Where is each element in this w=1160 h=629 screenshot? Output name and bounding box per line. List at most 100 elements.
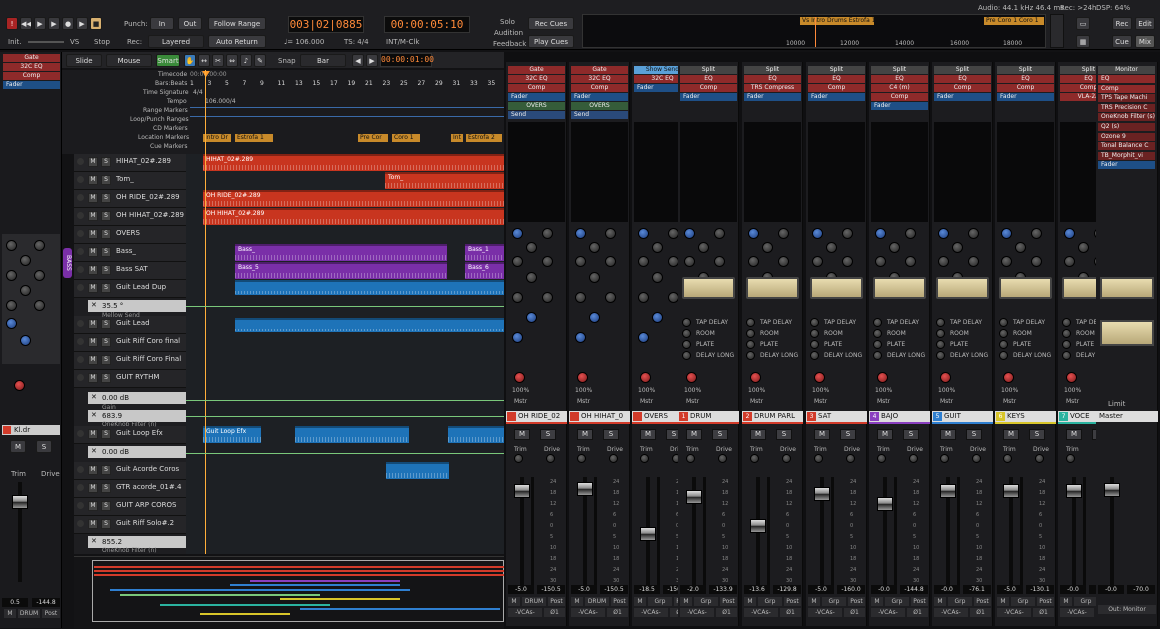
track-name[interactable]: Bass SAT xyxy=(116,265,148,273)
stop-button[interactable]: ● xyxy=(62,17,74,30)
solo-button[interactable]: S xyxy=(36,440,52,453)
insert-slot[interactable]: Split xyxy=(871,66,928,74)
drive-knob[interactable] xyxy=(546,454,555,463)
eq-knob[interactable] xyxy=(34,240,45,251)
insert-slot[interactable]: Split xyxy=(997,66,1054,74)
eq-knob[interactable] xyxy=(714,256,725,267)
send-knob[interactable] xyxy=(810,351,819,360)
insert-slot[interactable]: Comp xyxy=(934,84,991,92)
eq-knob[interactable] xyxy=(20,335,31,346)
mute-button[interactable]: M xyxy=(88,247,98,257)
track-header[interactable]: M S Guit Riff Coro Final xyxy=(74,352,186,370)
audio-clip[interactable]: Tom_ xyxy=(385,172,504,189)
send-level[interactable]: Send xyxy=(508,111,565,119)
send-knob[interactable] xyxy=(999,340,1008,349)
mute-small-button[interactable]: M xyxy=(871,597,883,606)
record-arm-icon[interactable] xyxy=(77,356,84,363)
eq-knob[interactable] xyxy=(34,300,45,311)
eq-knob[interactable] xyxy=(938,256,949,267)
track-header[interactable]: M S HIHAT_02#.289 xyxy=(74,154,186,172)
send-knob[interactable] xyxy=(746,318,755,327)
eq-knob[interactable] xyxy=(748,256,759,267)
eq-knob[interactable] xyxy=(1078,242,1089,253)
eq-knob[interactable] xyxy=(512,256,523,267)
insert-slot[interactable]: EQ xyxy=(680,75,737,83)
mute-button[interactable]: M xyxy=(88,211,98,221)
group-button[interactable]: Grp xyxy=(694,597,718,606)
eq-knob[interactable] xyxy=(714,228,725,239)
solo-button[interactable]: S xyxy=(101,337,111,347)
track-name[interactable]: Guit Riff Coro final xyxy=(116,337,180,345)
drive-knob[interactable] xyxy=(846,454,855,463)
audio-clip[interactable] xyxy=(448,426,504,443)
close-icon[interactable]: ✕ xyxy=(91,411,97,419)
record-arm-icon[interactable] xyxy=(77,430,84,437)
group-button[interactable]: DRUM xyxy=(18,609,40,618)
group-button[interactable]: Grp xyxy=(1011,597,1035,606)
insert-slot[interactable]: C4 (m) xyxy=(871,84,928,92)
editor-window-icon[interactable]: ▭ xyxy=(1076,17,1090,30)
master-gain[interactable]: -0.0 xyxy=(1098,585,1124,594)
drive-knob[interactable] xyxy=(1066,372,1077,383)
insert-slot[interactable]: Q2 (s) xyxy=(1098,123,1155,131)
fader-track[interactable] xyxy=(883,477,887,585)
solo-button[interactable]: S xyxy=(101,229,111,239)
drive-knob[interactable] xyxy=(718,454,727,463)
record-button[interactable]: ! xyxy=(6,17,18,30)
gain-readout[interactable]: -0.0 xyxy=(871,585,897,594)
eq-knob[interactable] xyxy=(34,270,45,281)
mute-button[interactable]: M xyxy=(88,265,98,275)
peak-readout[interactable]: -150.5 xyxy=(537,585,565,594)
post-button[interactable]: Post xyxy=(911,597,928,606)
drive-knob[interactable] xyxy=(514,372,525,383)
plugin-param-row[interactable]: 0.00 dB xyxy=(88,392,186,404)
edit-window-button[interactable]: Edit xyxy=(1135,17,1155,30)
skip-start-button[interactable]: ◀◀ xyxy=(20,17,32,30)
track-name[interactable]: OH RIDE_02#.289 xyxy=(116,193,180,201)
mute-small-button[interactable]: M xyxy=(634,597,646,606)
mute-button[interactable]: M xyxy=(750,429,766,440)
mute-small-label[interactable]: M xyxy=(4,609,16,618)
solo-button[interactable]: S xyxy=(101,355,111,365)
insert-slot[interactable]: 32C EQ xyxy=(508,75,565,83)
insert-slot[interactable]: OneKnob Filter (s) xyxy=(1098,113,1155,122)
mute-button[interactable]: M xyxy=(88,337,98,347)
eq-knob[interactable] xyxy=(1015,242,1026,253)
insert-slot[interactable]: Fader xyxy=(1098,161,1155,170)
record-arm-icon[interactable] xyxy=(77,338,84,345)
rec-cues-button[interactable]: Rec Cues xyxy=(528,17,574,30)
track-header[interactable]: M S GTR acorde_01#.4 xyxy=(74,480,186,498)
drive-knob[interactable] xyxy=(909,454,918,463)
send-knob[interactable] xyxy=(873,329,882,338)
solo-button[interactable]: S xyxy=(101,247,111,257)
audio-clip[interactable]: HIHAT_02#.289 xyxy=(203,154,504,171)
close-icon[interactable]: ✕ xyxy=(91,393,97,401)
send-knob[interactable] xyxy=(810,340,819,349)
vca-button[interactable]: -VCAs- xyxy=(571,608,605,617)
gain-readout[interactable]: -2.0 xyxy=(680,585,706,594)
eq-knob[interactable] xyxy=(589,242,600,253)
track-name[interactable]: GUIT ARP COROS xyxy=(116,501,176,509)
gain-readout[interactable]: -18.5 xyxy=(634,585,660,594)
peak-readout[interactable]: -130.1 xyxy=(1026,585,1054,594)
track-name[interactable]: GUIT RYTHM xyxy=(116,373,159,381)
insert-slot[interactable]: EQ xyxy=(1098,75,1155,83)
insert-slot[interactable]: EQ xyxy=(808,75,865,83)
fader-cap[interactable] xyxy=(640,527,656,541)
snap-select[interactable]: Bar xyxy=(300,54,346,67)
send-knob[interactable] xyxy=(999,329,1008,338)
stretch-tool-icon[interactable]: ⇔ xyxy=(226,54,238,67)
insert-slot[interactable]: Fader xyxy=(680,93,737,101)
record-arm-icon[interactable] xyxy=(77,284,84,291)
trim-knob[interactable] xyxy=(940,454,949,463)
insert-slot[interactable]: Split xyxy=(934,66,991,74)
location-marker[interactable]: Pre Cor xyxy=(358,134,388,142)
range-tool-icon[interactable]: ↔ xyxy=(198,54,210,67)
vca-button[interactable]: -VCAs- xyxy=(1060,608,1094,617)
solo-button[interactable]: S xyxy=(101,265,111,275)
eq-knob[interactable] xyxy=(526,312,537,323)
vca-button[interactable]: -VCAs- xyxy=(744,608,778,617)
eq-knob[interactable] xyxy=(652,272,663,283)
location-marker[interactable]: Int xyxy=(451,134,463,142)
eq-knob[interactable] xyxy=(6,300,17,311)
